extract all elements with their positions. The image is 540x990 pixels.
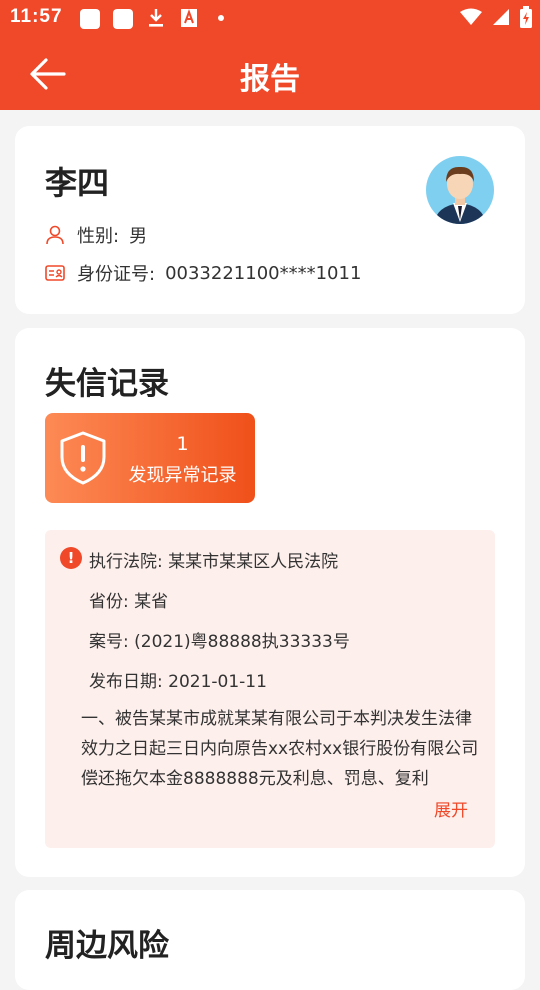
text-a-icon [181,9,197,27]
id-row: 身份证号: 0033221100****1011 [45,260,361,286]
surrounding-risk-card: 周边风险 [15,890,525,990]
date-value: 2021-01-11 [168,672,267,692]
id-card-icon [45,265,65,281]
gender-value: 男 [129,226,148,247]
notification-icon [113,9,133,29]
court-label: 执行法院: [89,552,163,572]
gender-row: 性别: 男 [45,222,147,248]
record-item: ! 执行法院: 某某市某某区人民法院 省份: 某省 案号: (2021)粤888… [45,530,495,848]
credit-record-card: 失信记录 1 发现异常记录 ! 执行法院: 某某市某某区人民法院 省份: 某省 … [15,328,525,877]
abnormal-count: 1 [176,433,189,455]
case-value: (2021)粤88888执33333号 [134,632,350,652]
notification-icon [80,9,100,29]
province-label: 省份: [89,592,129,612]
download-icon [149,9,163,27]
gender-label: 性别: [77,226,120,247]
section-title: 周边风险 [45,928,169,964]
avatar-icon [434,166,486,224]
person-icon [46,225,64,245]
abnormal-count-label: 发现异常记录 [128,465,237,486]
date-label: 发布日期: [89,672,163,692]
status-time: 11:57 [10,6,63,27]
person-name: 李四 [45,164,110,202]
avatar [426,156,494,224]
province-value: 某省 [134,592,169,612]
shield-warning-icon [60,431,106,485]
app-bar: 报告 [0,36,540,110]
page-title: 报告 [240,62,300,97]
case-line: 案号: (2021)粤88888执33333号 [89,627,350,652]
battery-icon [520,6,532,28]
alert-icon: ! [60,547,82,569]
dot-icon [218,15,224,21]
signal-icon [493,9,509,25]
id-value: 0033221100****1011 [165,262,362,284]
section-title: 失信记录 [45,366,169,402]
expand-link[interactable]: 展开 [434,796,468,821]
wifi-icon [460,8,482,25]
abnormal-record-badge[interactable]: 1 发现异常记录 [45,413,255,503]
court-line: 执行法院: 某某市某某区人民法院 [89,547,338,572]
court-value: 某某市某某区人民法院 [168,552,339,572]
date-line: 发布日期: 2021-01-11 [89,667,267,692]
status-bar: 11:57 [0,0,540,36]
province-line: 省份: 某省 [89,587,168,612]
record-detail: 一、被告某某市成就某某有限公司于本判决发生法律效力之日起三日内向原告xx农村xx… [81,709,479,789]
profile-card: 李四 性别: 男 身份证号: 0033221100****1011 [15,126,525,314]
id-label: 身份证号: [77,264,156,285]
case-label: 案号: [89,632,129,652]
